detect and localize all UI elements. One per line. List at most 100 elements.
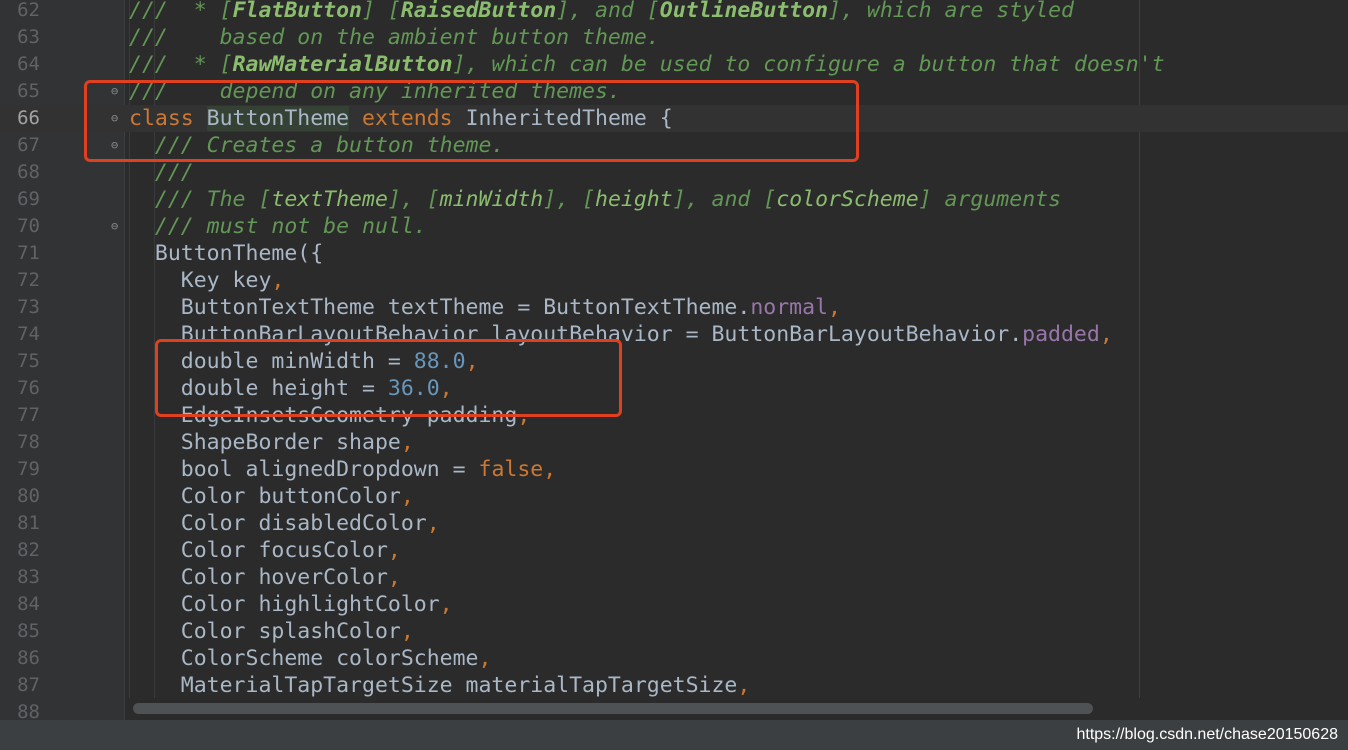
- code-text: Color splashColor,: [129, 618, 414, 645]
- code-line[interactable]: 71 ButtonTheme({: [0, 240, 1348, 267]
- code-token: ,: [400, 619, 414, 644]
- code-text: Key key,: [129, 267, 285, 294]
- line-number: 71: [17, 242, 40, 264]
- scrollbar-thumb[interactable]: [133, 703, 1093, 714]
- code-line[interactable]: 84 Color highlightColor,: [0, 591, 1348, 618]
- line-number: 67: [17, 134, 40, 156]
- code-text: ColorScheme colorScheme,: [129, 645, 492, 672]
- code-line[interactable]: 83 Color hoverColor,: [0, 564, 1348, 591]
- code-text: ButtonTheme({: [129, 240, 323, 267]
- code-token: ], [: [543, 187, 596, 212]
- code-token: ColorScheme colorScheme: [129, 646, 479, 671]
- code-token: Color focusColor: [129, 538, 388, 563]
- line-number: 86: [17, 647, 40, 669]
- code-token: Color hoverColor: [129, 565, 388, 590]
- line-number: 78: [17, 431, 40, 453]
- watermark: https://blog.csdn.net/chase20150628: [1076, 726, 1338, 743]
- annotation-box-size-params: [155, 339, 622, 417]
- code-token: /// The [: [154, 187, 272, 212]
- code-text: /// * [FlatButton] [RaisedButton], and […: [129, 0, 1074, 24]
- code-token: false,: [478, 457, 557, 482]
- line-number: 72: [17, 269, 40, 291]
- line-number: 84: [17, 593, 40, 615]
- code-line[interactable]: 87 MaterialTapTargetSize materialTapTarg…: [0, 672, 1348, 699]
- code-line[interactable]: 79 bool alignedDropdown = false,: [0, 456, 1348, 483]
- code-line[interactable]: 78 ShapeBorder shape,: [0, 429, 1348, 456]
- code-text: /// The [textTheme], [minWidth], [height…: [129, 186, 1061, 213]
- fold-icon[interactable]: ⊖: [111, 220, 123, 232]
- line-number: 83: [17, 566, 40, 588]
- code-token: RawMaterialButton: [232, 52, 453, 77]
- code-token: /// * [: [129, 52, 233, 77]
- code-token: colorScheme: [776, 187, 919, 212]
- code-text: Color buttonColor,: [129, 483, 414, 510]
- line-number: 62: [17, 0, 40, 21]
- code-token: ], and [: [672, 187, 777, 212]
- code-line[interactable]: 64 /// * [RawMaterialButton], which can b…: [0, 51, 1348, 78]
- code-line[interactable]: 63 /// based on the ambient button theme.: [0, 24, 1348, 51]
- code-token: ,: [400, 484, 414, 509]
- line-number: 82: [17, 539, 40, 561]
- code-token: padded: [1022, 322, 1100, 347]
- line-number: 70: [17, 215, 40, 237]
- line-number: 76: [17, 377, 40, 399]
- code-line[interactable]: 69 /// The [textTheme], [minWidth], [hei…: [0, 186, 1348, 213]
- code-token: MaterialTapTargetSize materialTapTargetS…: [129, 673, 738, 698]
- code-token: ///: [154, 160, 194, 185]
- code-token: Color splashColor: [129, 619, 401, 644]
- code-token: /// based on the ambient button theme.: [129, 25, 660, 50]
- code-token: ButtonTextTheme textTheme = ButtonTextTh…: [129, 295, 751, 320]
- code-line[interactable]: 68 ///: [0, 159, 1348, 186]
- code-line[interactable]: 81 Color disabledColor,: [0, 510, 1348, 537]
- code-token: minWidth: [439, 187, 544, 212]
- code-line[interactable]: 82 Color focusColor,: [0, 537, 1348, 564]
- code-line[interactable]: 86 ColorScheme colorScheme,: [0, 645, 1348, 672]
- line-number: 85: [17, 620, 40, 642]
- line-number: 87: [17, 674, 40, 696]
- code-token: ,: [387, 565, 401, 590]
- code-token: RaisedButton: [400, 0, 557, 23]
- code-text: MaterialTapTargetSize materialTapTargetS…: [129, 672, 751, 699]
- code-text: bool alignedDropdown = false,: [129, 456, 556, 483]
- code-token: Color buttonColor: [129, 484, 401, 509]
- code-text: /// * [RawMaterialButton], which can be …: [129, 51, 1165, 78]
- line-number: 79: [17, 458, 40, 480]
- code-line[interactable]: 73 ButtonTextTheme textTheme = ButtonTex…: [0, 294, 1348, 321]
- line-number: 80: [17, 485, 40, 507]
- code-token: Key key: [129, 268, 272, 293]
- line-number: 65: [17, 80, 40, 102]
- code-line[interactable]: 80 Color buttonColor,: [0, 483, 1348, 510]
- line-number: 77: [17, 404, 40, 426]
- code-token: normal: [750, 295, 828, 320]
- code-token: ,: [478, 646, 492, 671]
- code-line[interactable]: 70 ⊖ /// must not be null.: [0, 213, 1348, 240]
- code-text: ///: [129, 159, 194, 186]
- code-line[interactable]: 72 Key key,: [0, 267, 1348, 294]
- code-text: /// must not be null.: [129, 213, 427, 240]
- code-token: /// must not be null.: [154, 214, 427, 239]
- code-text: Color hoverColor,: [129, 564, 401, 591]
- line-number: 69: [17, 188, 40, 210]
- code-token: ], which can be used to configure a butt…: [452, 52, 1165, 77]
- code-token: ,: [271, 268, 285, 293]
- code-line[interactable]: 85 Color splashColor,: [0, 618, 1348, 645]
- code-line[interactable]: 62 /// * [FlatButton] [RaisedButton], and…: [0, 0, 1348, 24]
- code-token: ], [: [387, 187, 440, 212]
- code-token: FlatButton: [232, 0, 363, 23]
- line-number: 68: [17, 161, 40, 183]
- code-token: bool alignedDropdown =: [129, 457, 479, 482]
- code-token: ShapeBorder shape: [129, 430, 401, 455]
- code-token: height: [595, 187, 673, 212]
- code-token: ,: [828, 295, 841, 320]
- code-token: Color highlightColor: [129, 592, 440, 617]
- code-token: ,: [387, 538, 401, 563]
- line-number: 75: [17, 350, 40, 372]
- code-token: ,: [1099, 322, 1113, 347]
- code-token: ] arguments: [918, 187, 1062, 212]
- code-token: ,: [400, 430, 414, 455]
- code-token: ], which are styled: [828, 0, 1074, 23]
- horizontal-scrollbar[interactable]: [129, 698, 1348, 720]
- code-text: Color focusColor,: [129, 537, 401, 564]
